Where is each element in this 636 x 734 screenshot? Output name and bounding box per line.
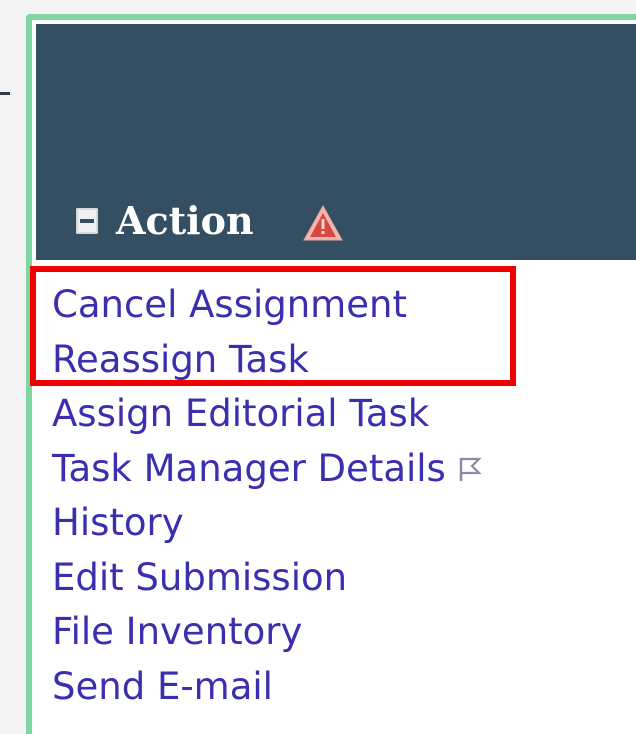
- action-header-label: Action: [116, 198, 254, 243]
- link-label[interactable]: File Inventory: [52, 607, 302, 657]
- link-label[interactable]: History: [52, 498, 184, 548]
- link-label[interactable]: Task Manager Details: [52, 444, 446, 494]
- flag-icon: [459, 457, 482, 481]
- history-link[interactable]: History: [52, 496, 482, 551]
- link-label[interactable]: Edit Submission: [52, 553, 347, 603]
- link-label[interactable]: Send E-mail: [52, 662, 273, 712]
- collapse-icon[interactable]: [76, 208, 98, 234]
- action-column-header: Action: [36, 24, 636, 260]
- send-email-link[interactable]: Send E-mail: [52, 660, 482, 715]
- reassign-task-link[interactable]: Reassign Task: [52, 333, 482, 388]
- link-label[interactable]: Reassign Task: [52, 335, 309, 385]
- link-label[interactable]: Assign Editorial Task: [52, 389, 429, 439]
- link-label[interactable]: Cancel Assignment: [52, 280, 407, 330]
- assign-editorial-task-link[interactable]: Assign Editorial Task: [52, 387, 482, 442]
- cancel-assignment-link[interactable]: Cancel Assignment: [52, 278, 482, 333]
- task-manager-details-link[interactable]: Task Manager Details: [52, 442, 482, 497]
- edge-marker: [0, 92, 10, 95]
- action-link-list: Cancel Assignment Reassign Task Assign E…: [52, 278, 482, 714]
- header-row: Action: [76, 200, 344, 242]
- file-inventory-link[interactable]: File Inventory: [52, 605, 482, 660]
- warning-icon[interactable]: [302, 204, 344, 242]
- edit-submission-link[interactable]: Edit Submission: [52, 551, 482, 606]
